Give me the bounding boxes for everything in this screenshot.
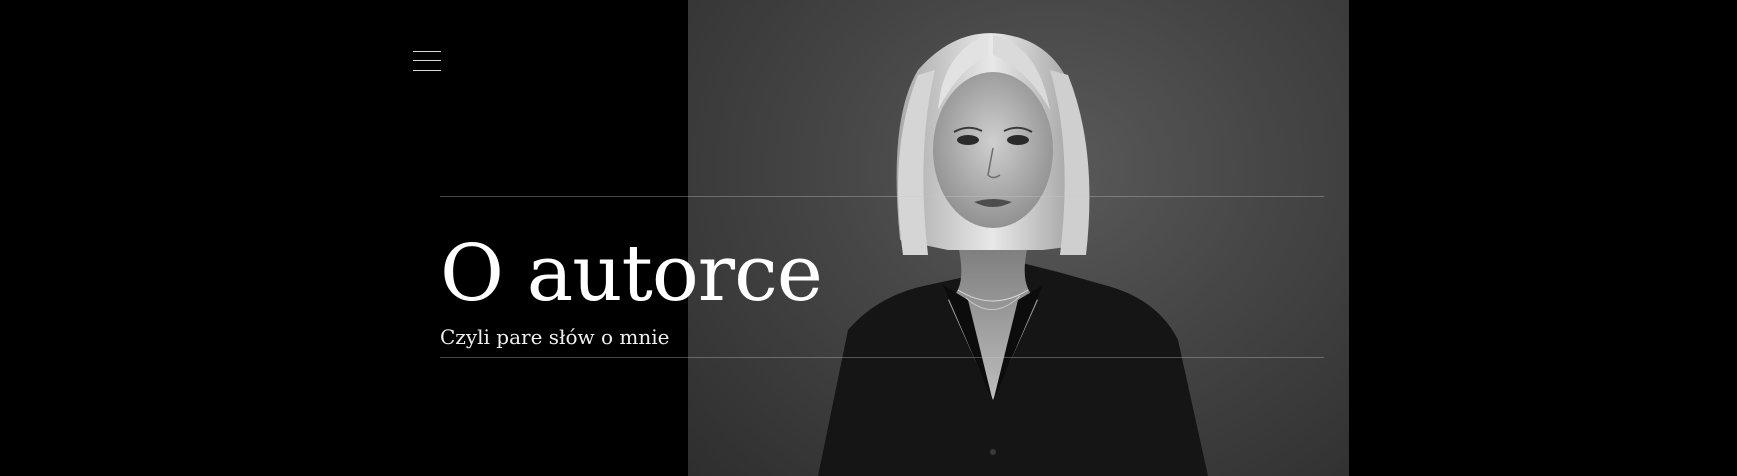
about-page: O autorce Czyli pare słów o mnie [0,0,1737,476]
top-divider [440,196,1324,197]
page-title: O autorce [440,229,823,319]
menu-line [413,70,441,71]
menu-line [413,60,441,61]
bottom-divider [440,357,1324,358]
hamburger-menu-icon[interactable] [413,50,441,74]
menu-line [413,51,441,52]
page-subtitle: Czyli pare słów o mnie [440,325,670,349]
